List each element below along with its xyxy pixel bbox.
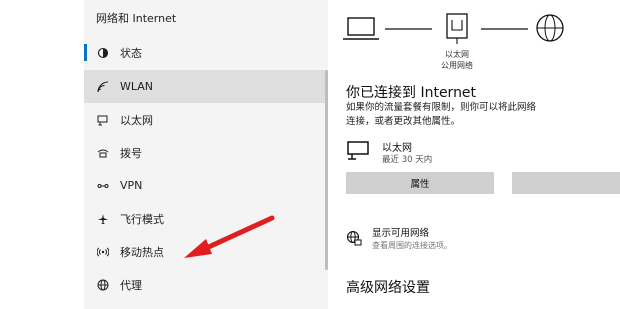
data-usage-button[interactable] (512, 172, 620, 194)
sidebar-item-proxy[interactable]: 代理 (84, 268, 326, 301)
show-available-networks-subtitle: 查看周围的连接选项。 (372, 241, 452, 250)
sidebar-scrollbar[interactable] (325, 70, 328, 270)
sidebar-item-label: 以太网 (120, 113, 153, 127)
show-networks-icon (346, 230, 362, 250)
status-description-line: 如果你的流量套餐有限制，则你可以将此网络 (346, 102, 537, 113)
wifi-icon (96, 80, 110, 94)
advanced-network-settings-heading: 高级网络设置 (346, 280, 430, 296)
sidebar-item-label: 拨号 (120, 146, 142, 160)
airplane-icon (96, 212, 110, 226)
globe-icon (96, 278, 110, 292)
ethernet-icon (96, 113, 110, 127)
sidebar-item-label: VPN (120, 179, 143, 192)
laptop-icon (343, 17, 379, 40)
dialup-icon (96, 146, 110, 160)
internet-globe-icon (536, 14, 564, 42)
vpn-icon (96, 179, 110, 193)
connection-usage: 最近 30 天内 (382, 155, 433, 165)
sidebar-item-dialup[interactable]: 拨号 (84, 136, 326, 169)
status-description: 如果你的流量套餐有限制，则你可以将此网络 连接，或者更改其他属性。 (346, 101, 616, 129)
annotation-arrow (184, 215, 275, 258)
properties-button[interactable]: 属性 (346, 172, 494, 194)
sidebar-item-vpn[interactable]: VPN (84, 169, 326, 202)
connection-status-heading: 你已连接到 Internet (346, 85, 477, 101)
sidebar-item-label: WLAN (120, 80, 154, 93)
sidebar-item-label: 状态 (120, 46, 142, 60)
sidebar-item-label: 飞行模式 (120, 212, 164, 226)
network-type-label: 以太网 (445, 50, 469, 59)
ethernet-connection-icon (346, 140, 372, 164)
hotspot-icon (96, 245, 110, 259)
main-panel: 以太网 公用网络 你已连接到 Internet 如果你的流量套餐有限制，则你可以… (334, 0, 620, 309)
sidebar-item-ethernet[interactable]: 以太网 (84, 103, 326, 136)
show-available-networks-link[interactable]: 显示可用网络 (372, 225, 429, 239)
connection-name: 以太网 (382, 143, 412, 154)
sidebar-item-label: 代理 (120, 278, 142, 292)
network-profile-label: 公用网络 (441, 61, 473, 70)
ethernet-port-icon (446, 13, 468, 44)
selection-accent (84, 44, 87, 61)
home-status-icon (96, 46, 110, 60)
sidebar-title: 网络和 Internet (96, 12, 177, 25)
sidebar-item-wlan[interactable]: WLAN (84, 70, 326, 103)
sidebar-item-label: 移动热点 (120, 245, 164, 259)
status-description-line: 连接，或者更改其他属性。 (346, 116, 461, 127)
sidebar-item-status[interactable]: 状态 (84, 36, 326, 69)
